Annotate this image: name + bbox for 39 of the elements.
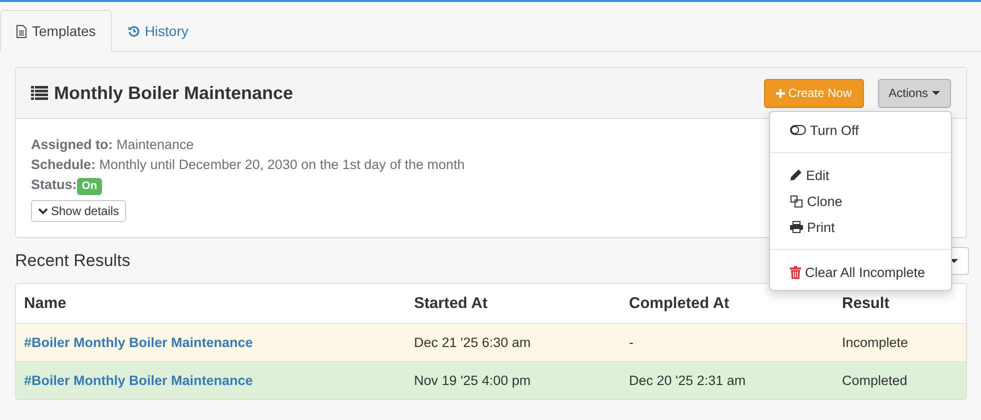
table-cell-text: - <box>628 335 634 350</box>
menu-item[interactable]: Print <box>770 214 951 240</box>
history-icon <box>128 25 140 37</box>
field-line: Assigned to: Maintenance <box>31 136 194 154</box>
table-cell-text: Incomplete <box>841 335 910 350</box>
actions-button[interactable]: Actions <box>878 78 951 108</box>
chevron-down-icon <box>38 208 48 214</box>
document-icon <box>16 24 27 38</box>
result-link[interactable]: #Boiler Monthly Boiler Maintenance <box>24 373 253 388</box>
table-cell-text: Dec 20 '25 2:31 am <box>628 373 747 388</box>
status-label: Status: <box>31 177 77 192</box>
menu-item[interactable]: Turn Off <box>770 117 951 143</box>
pencil-icon <box>790 169 802 181</box>
field-line: Schedule: Monthly until December 20, 2030 on the 1st day of the month <box>31 156 465 174</box>
list-icon <box>31 86 48 100</box>
menu-item[interactable]: Clone <box>770 188 951 214</box>
show-details-button[interactable]: Show details <box>31 200 126 222</box>
caret-icon <box>950 259 958 263</box>
clone-icon <box>790 194 803 208</box>
menu-item[interactable]: Clear All Incomplete <box>770 259 951 285</box>
column-header: Name <box>23 294 68 312</box>
caret-icon <box>932 91 940 95</box>
column-header: Started At <box>413 294 488 312</box>
section-title: Recent Results <box>15 251 130 271</box>
table-cell-text: Completed <box>841 373 908 388</box>
printer-icon <box>790 221 803 233</box>
tab[interactable]: History <box>112 10 204 52</box>
status-badge: On <box>76 178 102 195</box>
table-cell-text: Nov 19 '25 4:00 pm <box>413 373 532 388</box>
tab[interactable]: Templates <box>0 10 112 52</box>
column-header: Result <box>841 294 890 312</box>
template-title: Monthly Boiler Maintenance <box>54 82 294 104</box>
trash-icon <box>790 266 801 278</box>
result-link[interactable]: #Boiler Monthly Boiler Maintenance <box>24 335 253 350</box>
menu-item[interactable]: Edit <box>770 162 951 188</box>
toggle-icon <box>790 125 806 135</box>
plus-icon <box>776 88 786 98</box>
column-header: Completed At <box>628 294 730 312</box>
table-cell-text: Dec 21 '25 6:30 am <box>413 335 532 350</box>
